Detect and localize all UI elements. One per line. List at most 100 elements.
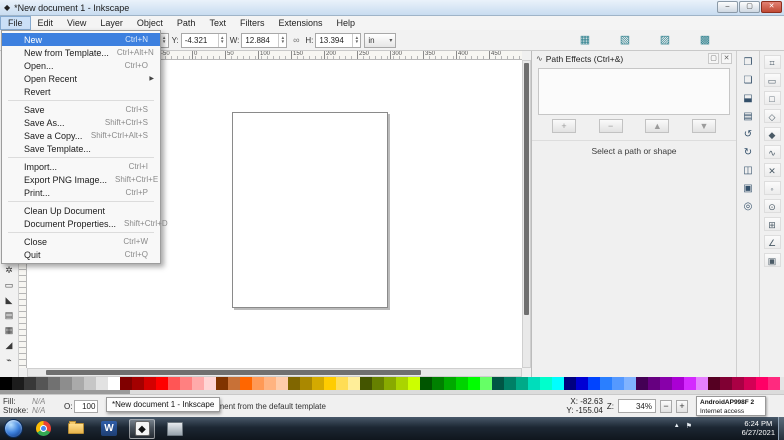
color-swatch[interactable] <box>288 377 300 390</box>
file-menu-item[interactable]: New from Template... Ctrl+Alt+N <box>2 46 160 59</box>
connector-tool-icon[interactable]: ⌁ <box>2 353 17 367</box>
remove-effect-button[interactable]: − <box>599 119 623 133</box>
color-swatch[interactable] <box>648 377 660 390</box>
menu-item[interactable]: Text <box>202 16 233 30</box>
zoom-page-icon[interactable]: ◎ <box>740 199 757 214</box>
file-menu-item[interactable]: Save Template... <box>2 142 160 155</box>
snap-nodes-icon[interactable]: ◆ <box>764 127 781 141</box>
color-swatch[interactable] <box>348 377 360 390</box>
zoom-input[interactable]: 34% <box>618 399 656 413</box>
taskbar-clock[interactable]: 6:24 PM 6/27/2021 <box>742 420 775 437</box>
move-gradients-icon[interactable]: ▦ <box>576 32 594 48</box>
snap-page-border-icon[interactable]: ▣ <box>764 253 781 267</box>
print-icon[interactable]: ▤ <box>740 109 757 124</box>
add-effect-button[interactable]: + <box>552 119 576 133</box>
file-menu-item[interactable]: Print... Ctrl+P <box>2 186 160 199</box>
snap-bbox-corners-icon[interactable]: ◇ <box>764 109 781 123</box>
color-swatch[interactable] <box>204 377 216 390</box>
file-menu-item[interactable]: Import... Ctrl+I <box>2 160 160 173</box>
snap-paths-icon[interactable]: ∿ <box>764 145 781 159</box>
paste-icon[interactable]: ▣ <box>740 181 757 196</box>
color-swatch[interactable] <box>60 377 72 390</box>
spinner-arrows-icon[interactable]: ▲▼ <box>352 34 360 47</box>
y-input[interactable]: -4.321 ▲▼ <box>181 33 227 48</box>
float-panel-icon[interactable]: ▢ <box>708 53 719 64</box>
color-swatch[interactable] <box>744 377 756 390</box>
eraser-tool-icon[interactable]: ▭ <box>2 278 17 292</box>
color-swatch[interactable] <box>768 377 780 390</box>
color-swatch[interactable] <box>672 377 684 390</box>
file-menu-item[interactable] <box>8 100 154 101</box>
open-document-icon[interactable]: ❏ <box>740 73 757 88</box>
snap-grid-icon[interactable]: ⊞ <box>764 217 781 231</box>
color-swatch[interactable] <box>240 377 252 390</box>
color-swatch[interactable] <box>708 377 720 390</box>
zoom-out-button[interactable]: − <box>660 400 672 413</box>
snap-bbox-icon[interactable]: ▭ <box>764 73 781 87</box>
tray-caret-icon[interactable]: ▲ <box>674 423 680 429</box>
menu-item[interactable]: Extensions <box>271 16 329 30</box>
save-document-icon[interactable]: ⬓ <box>740 91 757 106</box>
color-swatch[interactable] <box>360 377 372 390</box>
color-swatch[interactable] <box>264 377 276 390</box>
file-menu-item[interactable] <box>8 157 154 158</box>
color-swatch[interactable] <box>576 377 588 390</box>
taskbar-word-button[interactable]: W <box>96 419 122 439</box>
snap-centers-icon[interactable]: ⊙ <box>764 199 781 213</box>
color-swatch[interactable] <box>216 377 228 390</box>
color-swatch[interactable] <box>168 377 180 390</box>
color-swatch[interactable] <box>492 377 504 390</box>
color-swatch[interactable] <box>108 377 120 390</box>
spinner-arrows-icon[interactable]: ▲▼ <box>218 34 226 47</box>
vertical-scrollbar-thumb[interactable] <box>524 63 529 315</box>
color-swatch[interactable] <box>276 377 288 390</box>
color-swatch[interactable] <box>504 377 516 390</box>
zoom-in-button[interactable]: + <box>676 400 688 413</box>
color-swatch[interactable] <box>588 377 600 390</box>
file-menu-item[interactable]: Revert <box>2 85 160 98</box>
file-menu-item[interactable] <box>8 201 154 202</box>
color-swatch[interactable] <box>516 377 528 390</box>
color-swatch[interactable] <box>312 377 324 390</box>
color-swatch[interactable] <box>528 377 540 390</box>
move-patterns-icon[interactable]: ▧ <box>616 32 634 48</box>
taskbar-explorer-button[interactable] <box>63 419 89 439</box>
snap-enable-icon[interactable]: ⌗ <box>764 55 781 69</box>
file-menu-item[interactable]: Save a Copy... Shift+Ctrl+Alt+S <box>2 129 160 142</box>
network-icon[interactable]: ⚑ <box>686 422 692 430</box>
color-swatch[interactable] <box>552 377 564 390</box>
color-swatch[interactable] <box>456 377 468 390</box>
opacity-input[interactable]: 100 <box>74 400 98 413</box>
color-swatch[interactable] <box>384 377 396 390</box>
bucket-fill-tool-icon[interactable]: ◣ <box>2 293 17 307</box>
color-swatch[interactable] <box>732 377 744 390</box>
menu-item[interactable]: Path <box>170 16 203 30</box>
file-menu-item[interactable]: Close Ctrl+W <box>2 235 160 248</box>
scale-corners-icon[interactable]: ▩ <box>696 32 714 48</box>
gradient-tool-icon[interactable]: ▤ <box>2 308 17 322</box>
show-desktop-button[interactable] <box>778 417 784 440</box>
mesh-tool-icon[interactable]: ▦ <box>2 323 17 337</box>
redo-icon[interactable]: ↻ <box>740 145 757 160</box>
color-swatch[interactable] <box>408 377 420 390</box>
menu-item[interactable]: View <box>60 16 93 30</box>
lock-ratio-icon[interactable]: ∞ <box>290 35 302 45</box>
color-swatch[interactable] <box>540 377 552 390</box>
spray-tool-icon[interactable]: ✲ <box>2 263 17 277</box>
close-panel-icon[interactable]: ✕ <box>721 53 732 64</box>
color-swatch[interactable] <box>624 377 636 390</box>
undo-icon[interactable]: ↺ <box>740 127 757 142</box>
copy-icon[interactable]: ◫ <box>740 163 757 178</box>
new-document-icon[interactable]: ❐ <box>740 55 757 70</box>
color-swatch[interactable] <box>336 377 348 390</box>
color-swatch[interactable] <box>684 377 696 390</box>
menu-item[interactable]: Filters <box>233 16 272 30</box>
file-menu-item[interactable]: Export PNG Image... Shift+Ctrl+E <box>2 173 160 186</box>
dropper-tool-icon[interactable]: ◢ <box>2 338 17 352</box>
snap-intersections-icon[interactable]: ✕ <box>764 163 781 177</box>
color-swatch[interactable] <box>660 377 672 390</box>
color-swatch[interactable] <box>12 377 24 390</box>
color-swatch[interactable] <box>300 377 312 390</box>
color-swatch[interactable] <box>324 377 336 390</box>
taskbar-chrome-button[interactable] <box>30 419 56 439</box>
